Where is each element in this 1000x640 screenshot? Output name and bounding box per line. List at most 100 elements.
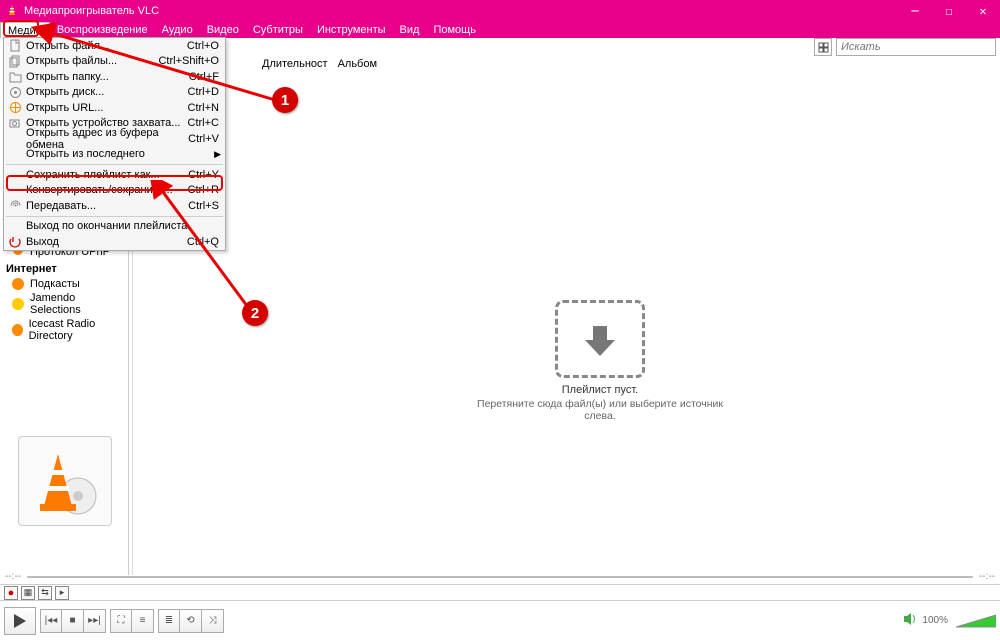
menu-item-label: Открыть из последнего [26, 148, 219, 160]
menu-separator [6, 164, 223, 165]
menu-item-label: Выход [26, 236, 187, 248]
menu-item[interactable]: Открыть из последнего▶ [4, 147, 225, 163]
menu-item[interactable]: Открыть адрес из буфера обменаCtrl+V [4, 131, 225, 147]
sidebar-item[interactable]: Jamendo Selections [4, 291, 129, 317]
seek-bar[interactable]: --:-- --:-- [5, 571, 995, 582]
menu-item-shortcut: Ctrl+C [188, 117, 219, 129]
submenu-arrow-icon: ▶ [214, 149, 221, 160]
vlc-cone-icon [6, 4, 18, 19]
menu-item-shortcut: Ctrl+Q [187, 236, 219, 248]
quit-icon [8, 235, 22, 248]
annotation-badge-1: 1 [272, 87, 298, 113]
snapshot-button[interactable]: ▦ [21, 586, 35, 600]
play-button[interactable] [4, 607, 36, 635]
menu-item-shortcut: Ctrl+S [188, 200, 219, 212]
menu-item[interactable]: Конвертировать/сохранить...Ctrl+R [4, 183, 225, 199]
window-controls: ─ ☐ ✕ [898, 0, 1000, 22]
blank-icon [8, 220, 22, 233]
minimize-button[interactable]: ─ [898, 0, 932, 22]
menu-item[interactable]: Открыть файлы...Ctrl+Shift+O [4, 54, 225, 70]
menu-item-shortcut: Ctrl+Shift+O [158, 55, 219, 67]
menu-item-shortcut: Ctrl+V [188, 133, 219, 145]
menu-item-shortcut: Ctrl+O [187, 40, 219, 52]
menu-item-label: Открыть папку... [26, 71, 189, 83]
frame-step-button[interactable]: ▸ [55, 586, 69, 600]
blank-icon [8, 184, 22, 197]
menu-item-label: Открыть файлы... [26, 55, 158, 67]
menu-item-shortcut: Ctrl+F [189, 71, 219, 83]
menu-item[interactable]: Выход по окончании плейлиста [4, 219, 225, 235]
menu-video[interactable]: Видео [200, 22, 246, 38]
menu-item[interactable]: Открыть файл...Ctrl+O [4, 38, 225, 54]
net-icon [8, 101, 22, 114]
menu-item[interactable]: Сохранить плейлист как...Ctrl+Y [4, 167, 225, 183]
blank-icon [8, 148, 22, 161]
menu-item[interactable]: Открыть URL...Ctrl+N [4, 100, 225, 116]
playlist-toolbar [814, 38, 996, 56]
menu-item-shortcut: Ctrl+N [188, 102, 219, 114]
media-dropdown: Открыть файл...Ctrl+OОткрыть файлы...Ctr… [3, 37, 226, 251]
view-toggle-button[interactable] [814, 38, 832, 56]
sidebar-item-label: Подкасты [30, 278, 80, 290]
menu-item[interactable]: Открыть диск...Ctrl+D [4, 85, 225, 101]
menu-tools[interactable]: Инструменты [310, 22, 393, 38]
annotation-badge-2: 2 [242, 300, 268, 326]
files-icon [8, 55, 22, 68]
shuffle-button[interactable]: ⤨ [202, 609, 224, 633]
volume-slider[interactable] [956, 614, 996, 628]
col-album[interactable]: Альбом [336, 55, 385, 73]
menu-playback[interactable]: Воспроизведение [50, 22, 155, 38]
menu-subtitles[interactable]: Субтитры [246, 22, 310, 38]
sidebar: Протокол UPnP Интернет ПодкастыJamendo S… [4, 243, 129, 343]
record-button[interactable]: ● [4, 586, 18, 600]
menu-item[interactable]: Открыть папку...Ctrl+F [4, 69, 225, 85]
drop-target-icon[interactable] [555, 300, 645, 378]
ext-settings-button[interactable]: ≡ [132, 609, 154, 633]
search-input[interactable] [836, 38, 996, 56]
menu-item-shortcut: Ctrl+D [188, 86, 219, 98]
menu-item[interactable]: Передавать...Ctrl+S [4, 198, 225, 214]
speaker-icon[interactable] [904, 613, 918, 628]
sidebar-item[interactable]: Icecast Radio Directory [4, 317, 129, 343]
blank-icon [8, 168, 22, 181]
menu-view[interactable]: Вид [393, 22, 427, 38]
menu-item-shortcut: Ctrl+R [188, 184, 219, 196]
file-icon [8, 39, 22, 52]
menu-item-shortcut: Ctrl+Y [188, 169, 219, 181]
loop-button[interactable]: ⟲ [180, 609, 202, 633]
source-dot-icon [12, 324, 23, 336]
playback-controls: |◂◂ ■ ▸▸| ⛶ ≡ ≣ ⟲ ⤨ 100% [0, 600, 1000, 640]
menu-item-label: Передавать... [26, 200, 188, 212]
maximize-button[interactable]: ☐ [932, 0, 966, 22]
disc-icon [8, 86, 22, 99]
stream-icon [8, 199, 22, 212]
playlist-button[interactable]: ≣ [158, 609, 180, 633]
close-button[interactable]: ✕ [966, 0, 1000, 22]
time-elapsed: --:-- [5, 571, 21, 582]
sidebar-group-internet: Интернет [4, 260, 129, 277]
menu-item[interactable]: ВыходCtrl+Q [4, 234, 225, 250]
menu-item-label: Выход по окончании плейлиста [26, 220, 219, 232]
menu-item-label: Открыть URL... [26, 102, 188, 114]
capture-icon [8, 117, 22, 130]
prev-button[interactable]: |◂◂ [40, 609, 62, 633]
stop-button[interactable]: ■ [62, 609, 84, 633]
album-art-placeholder [18, 436, 112, 526]
menu-item-label: Открыть диск... [26, 86, 188, 98]
sidebar-item[interactable]: Подкасты [4, 277, 129, 291]
empty-title: Плейлист пуст. [460, 384, 740, 396]
source-dot-icon [12, 298, 24, 310]
menu-item-label: Сохранить плейлист как... [26, 169, 188, 181]
next-button[interactable]: ▸▸| [84, 609, 106, 633]
menu-item-label: Конвертировать/сохранить... [26, 184, 188, 196]
menu-audio[interactable]: Аудио [155, 22, 200, 38]
folder-icon [8, 70, 22, 83]
menu-help[interactable]: Помощь [426, 22, 483, 38]
source-dot-icon [12, 278, 24, 290]
loop-ab-button[interactable]: ⇆ [38, 586, 52, 600]
col-duration[interactable]: Длительност [260, 55, 336, 73]
mini-toolbar: ● ▦ ⇆ ▸ [0, 584, 1000, 600]
menu-media[interactable]: Медиа [0, 22, 50, 38]
fullscreen-button[interactable]: ⛶ [110, 609, 132, 633]
menu-separator [6, 216, 223, 217]
